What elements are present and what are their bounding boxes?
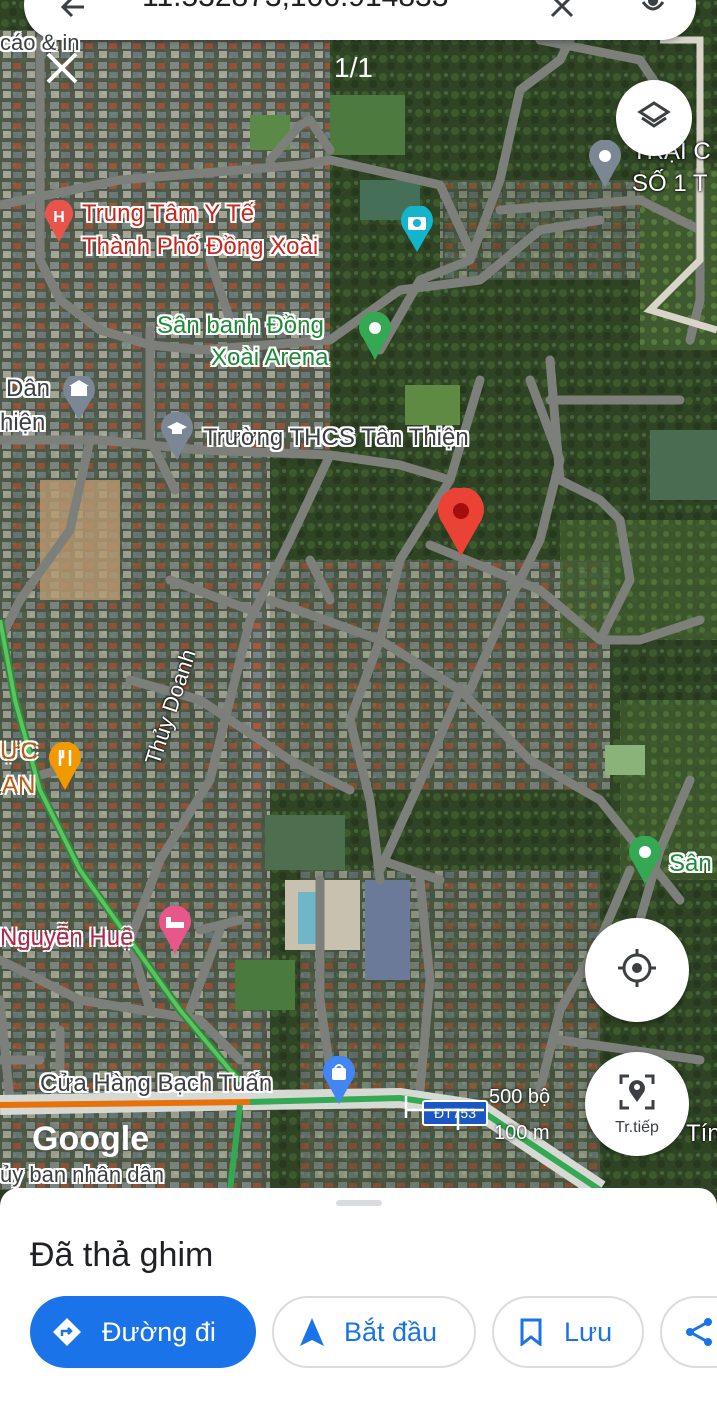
label-dan-thien-2[interactable]: hiện: [0, 409, 45, 437]
explore-pin-icon: [617, 1072, 657, 1117]
label-thuc-an-1[interactable]: ỰC: [0, 738, 38, 766]
clear-icon[interactable]: [548, 0, 576, 25]
microphone-icon[interactable]: [638, 0, 668, 25]
label-cao-in: cáo & in: [0, 30, 80, 55]
svg-text:H: H: [53, 209, 65, 226]
park-pin-icon[interactable]: [628, 835, 662, 889]
crosshair-icon: [616, 947, 658, 994]
layers-button[interactable]: [616, 80, 692, 156]
start-button[interactable]: Bắt đầu: [272, 1296, 476, 1368]
label-tin[interactable]: Tín: [686, 1120, 717, 1148]
back-arrow-icon[interactable]: [58, 0, 88, 27]
restaurant-pin-icon[interactable]: [48, 741, 82, 795]
scale-bar: [404, 1088, 486, 1134]
label-uy-ban[interactable]: ủy ban nhân dân: [0, 1162, 164, 1188]
label-dan-thien-1[interactable]: Dân: [6, 375, 50, 403]
sheet-handle[interactable]: [336, 1200, 382, 1206]
explore-label: Tr.tiếp: [615, 1118, 659, 1136]
explore-button[interactable]: Tr.tiếp: [585, 1052, 689, 1156]
coordinates-text[interactable]: 11.532873,106.914833: [142, 0, 448, 14]
save-label: Lưu: [564, 1316, 613, 1347]
label-cua-hang[interactable]: Cửa Hàng Bạch Tuấn: [40, 1070, 272, 1098]
label-nguyen-hue[interactable]: Nguyễn Huệ: [0, 924, 133, 952]
directions-label: Đường đi: [102, 1316, 216, 1347]
close-photo-icon[interactable]: [44, 50, 80, 91]
scale-top-label: 500 bộ: [489, 1086, 551, 1108]
share-icon: [684, 1317, 714, 1347]
directions-button[interactable]: Đường đi: [30, 1296, 256, 1368]
school-pin-icon[interactable]: [160, 411, 194, 465]
label-hospital-1[interactable]: Trung Tâm Y Tế: [82, 200, 254, 228]
label-school[interactable]: Trường THCS Tân Thiện: [203, 424, 469, 452]
directions-icon: [52, 1317, 82, 1347]
shopping-pin-icon[interactable]: [322, 1055, 356, 1109]
scale-bottom-label: 100 m: [494, 1122, 550, 1144]
camera-pin-icon[interactable]: [400, 204, 434, 257]
label-arena-2[interactable]: Xoài Arena: [211, 344, 328, 372]
hotel-pin-icon[interactable]: [158, 905, 192, 959]
my-location-button[interactable]: [585, 918, 689, 1022]
label-san[interactable]: Sân: [669, 850, 712, 878]
sheet-title: Đã thả ghim: [30, 1236, 214, 1274]
label-trai-2[interactable]: SỐ 1 T: [632, 170, 708, 198]
save-button[interactable]: Lưu: [492, 1296, 644, 1368]
dropped-pin-icon[interactable]: [436, 486, 486, 561]
label-arena-1[interactable]: Sân banh Đồng: [157, 312, 324, 340]
map-view[interactable]: 11.532873,106.914833 1/1 cáo & in H Trun…: [0, 0, 717, 1190]
layers-icon: [637, 99, 671, 138]
photo-counter: 1/1: [334, 52, 373, 83]
place-pin-icon[interactable]: [588, 139, 622, 193]
bookmark-icon: [520, 1318, 542, 1346]
label-hospital-2[interactable]: Thành Phố Đồng Xoài: [82, 233, 318, 261]
label-thuc-an-2[interactable]: AN: [2, 772, 35, 800]
search-bar[interactable]: 11.532873,106.914833: [24, 0, 696, 40]
start-label: Bắt đầu: [344, 1316, 438, 1347]
google-logo: Google: [32, 1120, 150, 1158]
hospital-pin-icon[interactable]: H: [44, 199, 74, 247]
stadium-pin-icon[interactable]: [358, 311, 392, 365]
government-pin-icon[interactable]: [62, 373, 96, 425]
navigation-arrow-icon: [300, 1318, 324, 1346]
